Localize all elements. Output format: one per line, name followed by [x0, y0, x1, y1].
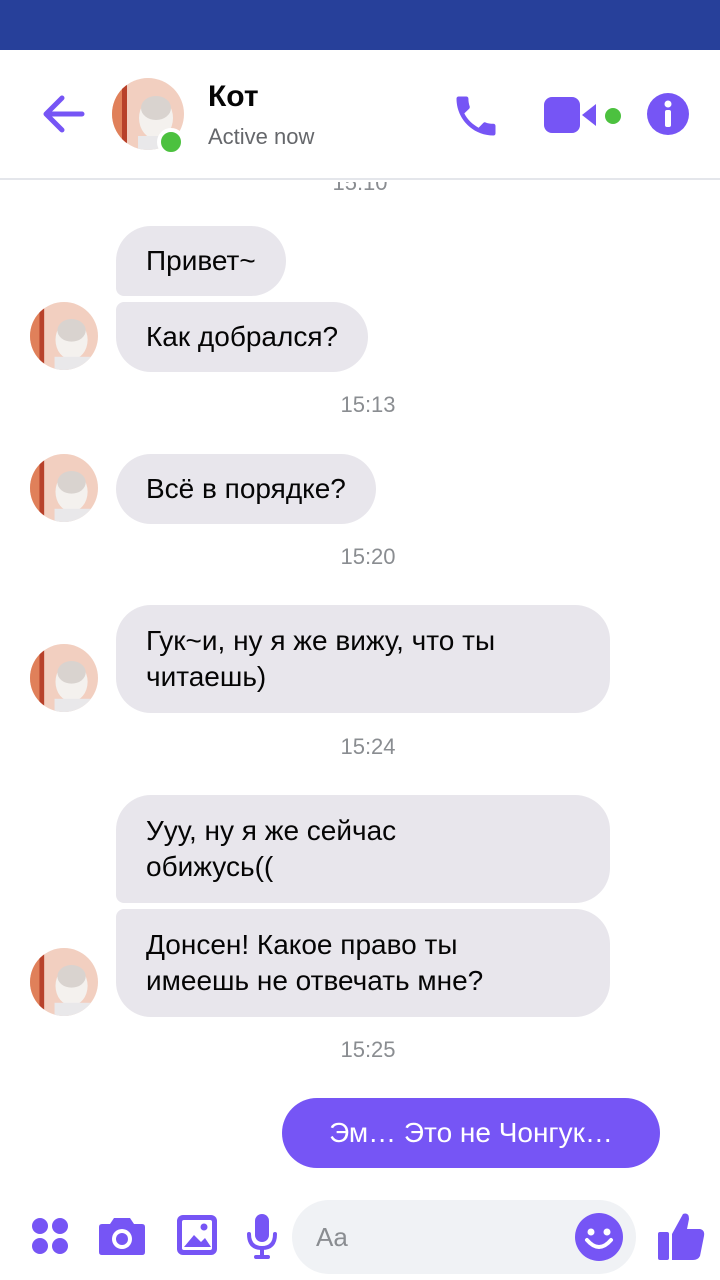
outgoing-message[interactable]: Эм… Это не Чонгук… — [282, 1098, 660, 1168]
timestamp: 15:20 — [340, 544, 396, 569]
contact-avatar-small[interactable] — [30, 644, 98, 712]
message-list[interactable]: 15:10 Привет~ Как добрался? 15:13 Всё в … — [0, 182, 720, 1192]
video-online-indicator — [605, 108, 621, 124]
incoming-message[interactable]: Гук~и, ну я же вижу, что ты читаешь) — [116, 605, 610, 713]
contact-avatar-small[interactable] — [30, 454, 98, 522]
online-indicator — [157, 128, 185, 156]
emoji-icon[interactable] — [574, 1212, 624, 1262]
contact-name[interactable]: Кот — [208, 80, 259, 114]
timestamp: 15:13 — [340, 392, 396, 417]
camera-icon[interactable] — [98, 1216, 146, 1256]
contact-status: Active now — [208, 124, 315, 149]
conversation-header: Кот Active now — [0, 50, 720, 180]
back-arrow-icon[interactable] — [36, 90, 88, 138]
status-bar — [0, 0, 720, 50]
info-icon[interactable] — [646, 92, 690, 136]
incoming-message[interactable]: Привет~ — [116, 226, 286, 296]
message-input[interactable] — [316, 1200, 566, 1274]
video-camera-icon[interactable] — [544, 94, 600, 136]
thumbs-up-icon[interactable] — [656, 1210, 706, 1262]
timestamp: 15:24 — [340, 734, 396, 759]
image-icon[interactable] — [176, 1214, 218, 1256]
contact-avatar-small[interactable] — [30, 948, 98, 1016]
timestamp: 15:10 — [332, 182, 388, 195]
incoming-message[interactable]: Как добрался? — [116, 302, 369, 372]
incoming-message[interactable]: Ууу, ну я же сейчас обижусь(( — [116, 795, 610, 903]
contact-avatar-small[interactable] — [30, 302, 98, 370]
message-composer — [0, 1192, 720, 1280]
phone-icon[interactable] — [450, 90, 502, 142]
microphone-icon[interactable] — [246, 1212, 278, 1260]
incoming-message[interactable]: Донсен! Какое право ты имеешь не отвечат… — [116, 909, 610, 1017]
timestamp: 15:25 — [340, 1037, 396, 1062]
apps-grid-icon[interactable] — [30, 1216, 70, 1256]
incoming-message[interactable]: Всё в порядке? — [116, 454, 376, 524]
message-input-box[interactable] — [292, 1200, 636, 1274]
